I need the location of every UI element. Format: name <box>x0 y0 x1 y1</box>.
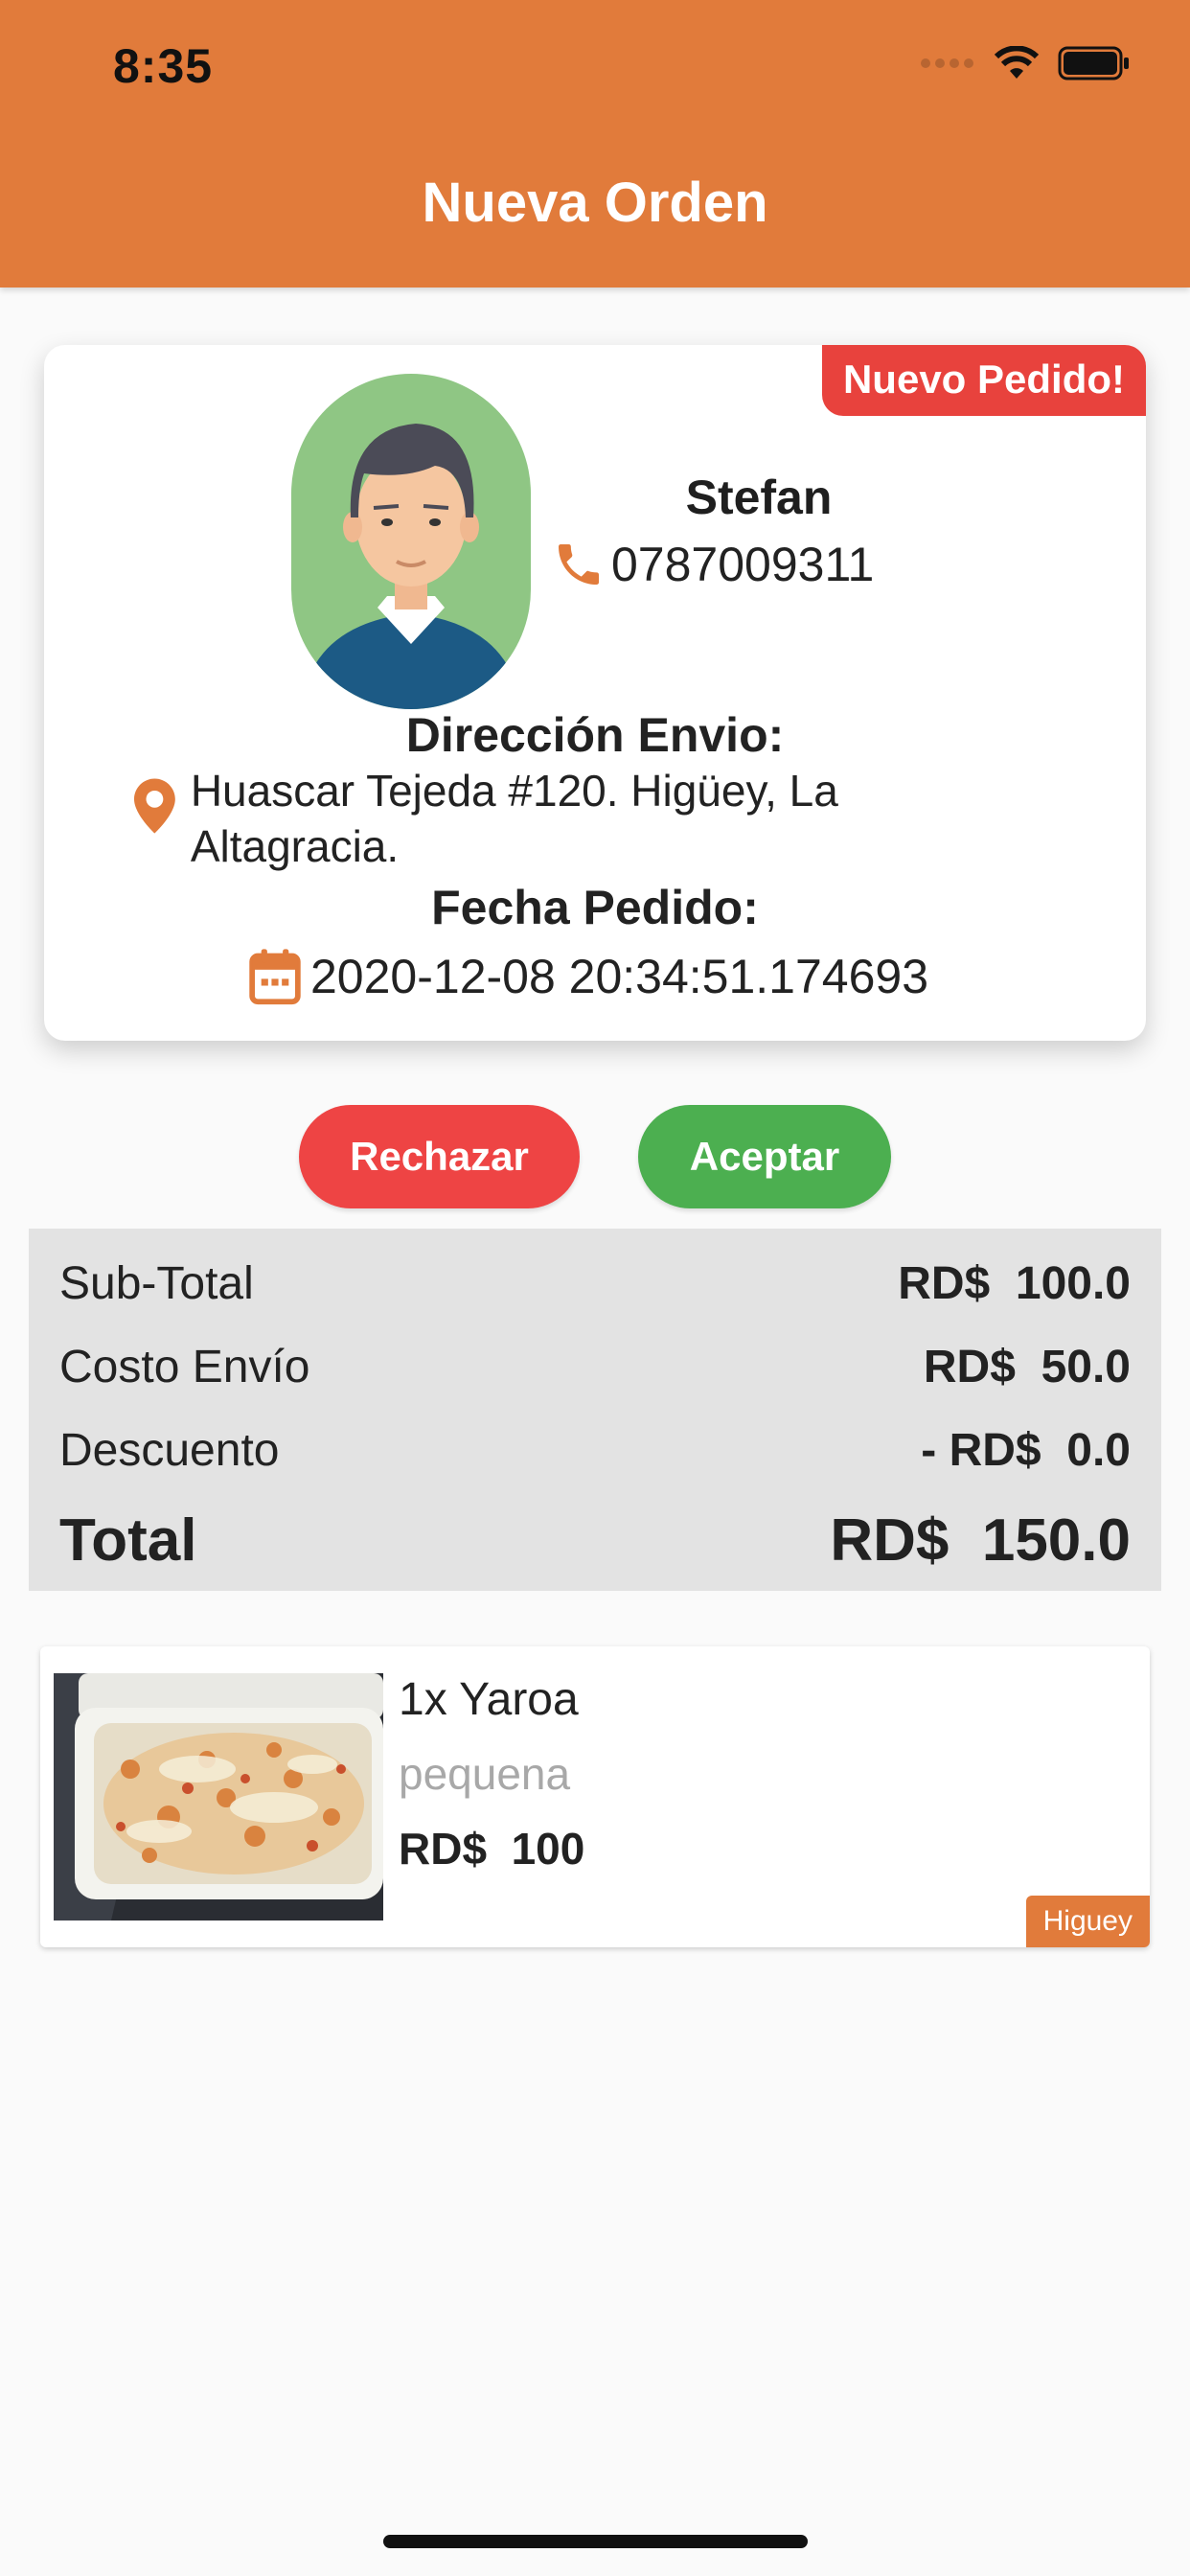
discount-value: - RD$ 0.0 <box>921 1425 1131 1476</box>
item-name: 1x Yaroa <box>399 1674 579 1725</box>
calendar-icon <box>249 949 301 1005</box>
cellular-icon <box>921 58 973 68</box>
subtotal-label: Sub-Total <box>59 1258 254 1309</box>
location-pin-icon <box>134 778 175 834</box>
shipping-address: Huascar Tejeda #120. Higüey, La Altagrac… <box>190 766 838 871</box>
page-title: Nueva Orden <box>422 172 768 234</box>
phone-icon <box>559 544 599 585</box>
customer-phone: 0787009311 <box>611 538 875 591</box>
home-indicator[interactable] <box>383 2535 808 2548</box>
list-item[interactable]: 1x Yaroa pequena RD$ 100 Higuey <box>40 1646 1150 1947</box>
total-label: Total <box>59 1507 197 1574</box>
order-date: 2020-12-08 20:34:51.174693 <box>310 950 929 1003</box>
wifi-icon <box>995 46 1039 79</box>
item-size: pequena <box>399 1749 571 1799</box>
address-row: Huascar Tejeda #120. Higüey, La Altagrac… <box>134 763 996 874</box>
total-row: Total RD$ 150.0 <box>59 1506 1131 1575</box>
customer-phone-row[interactable]: 0787009311 <box>552 537 874 592</box>
address-label: Dirección Envio: <box>405 708 785 762</box>
reject-button[interactable]: Rechazar <box>299 1105 580 1208</box>
app-header: 8:35 Nueva Orden <box>0 0 1190 288</box>
accept-button[interactable]: Aceptar <box>638 1105 891 1208</box>
status-icons <box>920 44 1131 82</box>
status-time: 8:35 <box>113 39 214 93</box>
order-date-label: Fecha Pedido: <box>431 881 759 934</box>
product-image <box>54 1673 383 1920</box>
shipping-row: Costo Envío RD$ 50.0 <box>59 1341 1131 1393</box>
item-price: RD$ 100 <box>399 1824 585 1874</box>
customer-name: Stefan <box>685 471 833 524</box>
customer-avatar <box>291 374 531 709</box>
order-summary: Sub-Total RD$ 100.0 Costo Envío RD$ 50.0… <box>29 1229 1161 1591</box>
order-card: Nuevo Pedido! Stefan 0787009311 Direcció… <box>44 345 1146 1041</box>
order-date-row: 2020-12-08 20:34:51.174693 <box>247 947 928 1006</box>
subtotal-value: RD$ 100.0 <box>898 1258 1131 1309</box>
discount-label: Descuento <box>59 1425 280 1476</box>
shipping-label: Costo Envío <box>59 1342 310 1392</box>
subtotal-row: Sub-Total RD$ 100.0 <box>59 1257 1131 1310</box>
item-location-tag: Higuey <box>1025 1896 1150 1947</box>
battery-icon <box>1058 46 1129 80</box>
discount-row: Descuento - RD$ 0.0 <box>59 1424 1131 1477</box>
total-value: RD$ 150.0 <box>830 1507 1131 1574</box>
shipping-value: RD$ 50.0 <box>923 1342 1131 1392</box>
new-order-badge: Nuevo Pedido! <box>821 345 1146 416</box>
